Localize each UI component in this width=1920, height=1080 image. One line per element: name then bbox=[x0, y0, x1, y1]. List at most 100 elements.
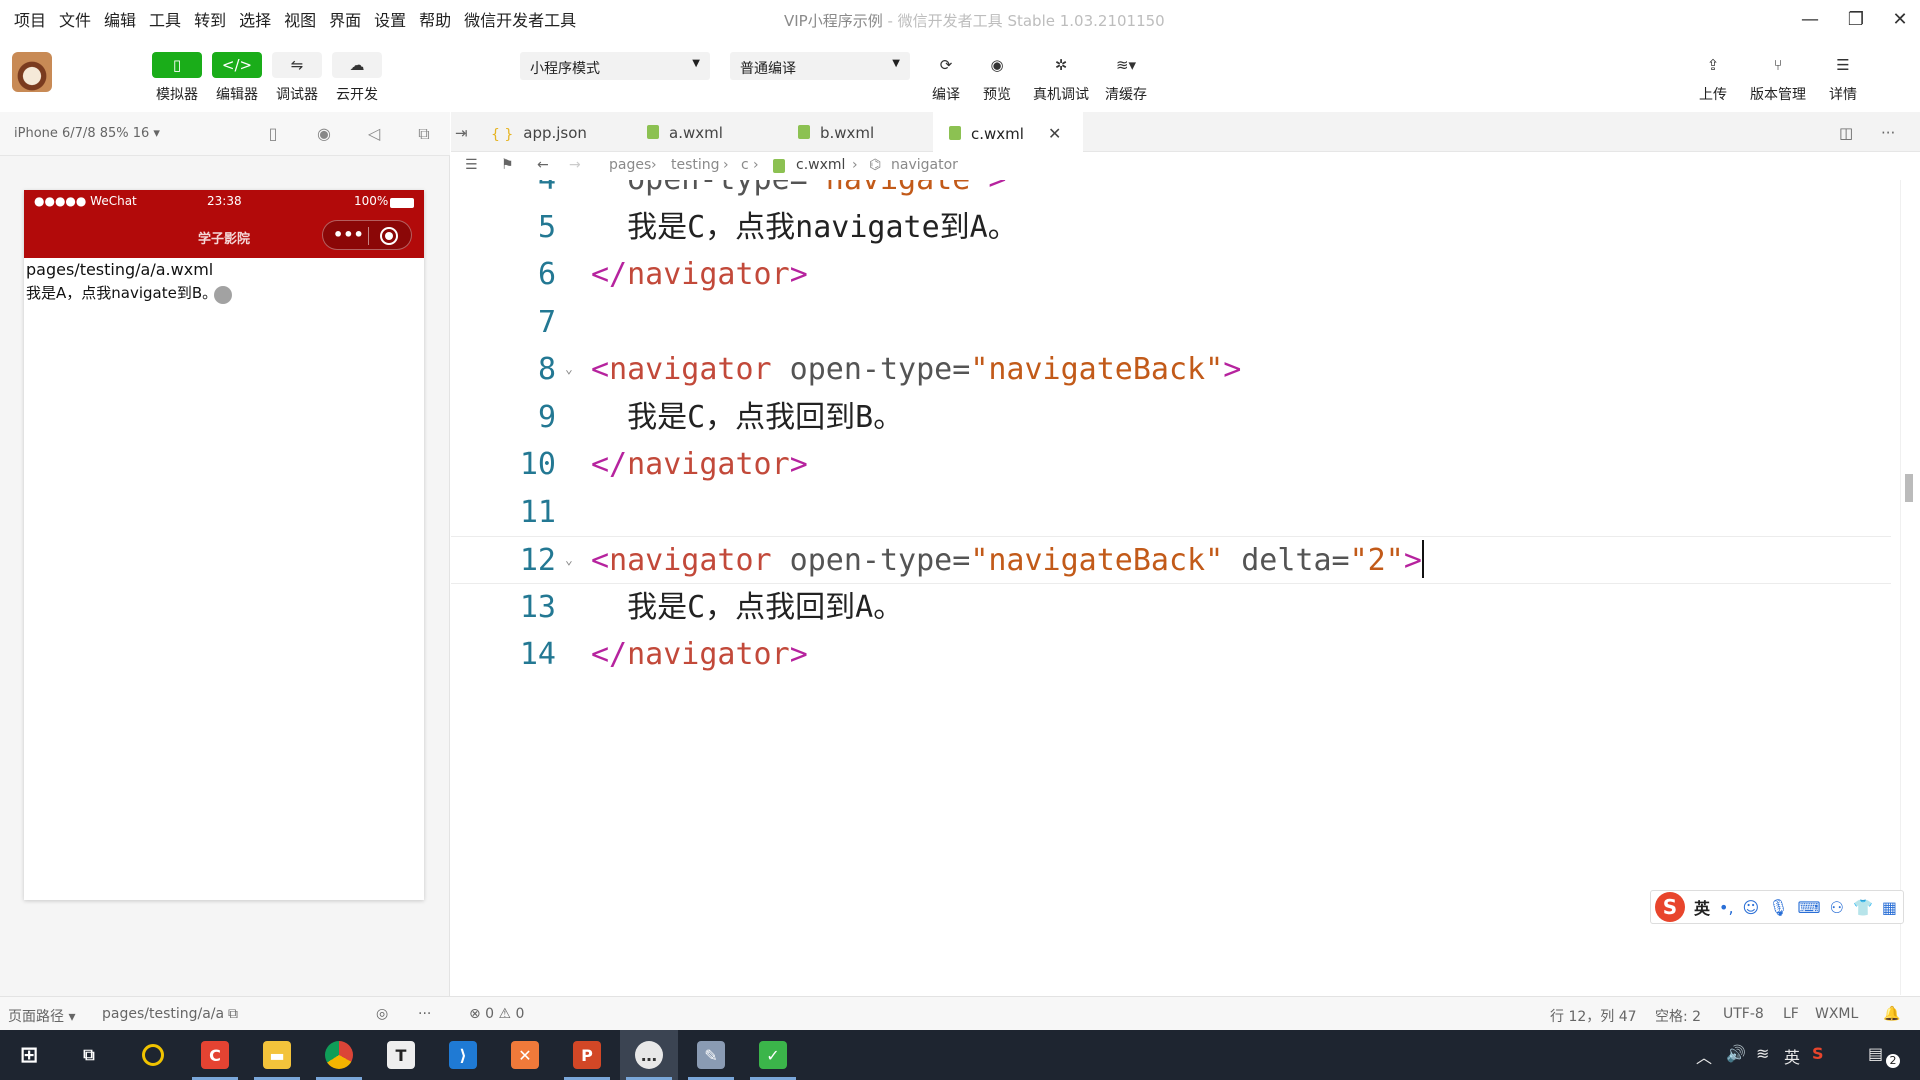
indent-setting[interactable]: 空格: 2 bbox=[1655, 1006, 1701, 1026]
menu-settings[interactable]: 设置 bbox=[374, 7, 406, 31]
close-window-icon[interactable]: ✕ bbox=[1878, 0, 1920, 38]
cortana-icon[interactable] bbox=[124, 1030, 182, 1080]
wifi-icon[interactable]: ≋ bbox=[1756, 1044, 1769, 1063]
more-icon[interactable]: ••• bbox=[333, 225, 364, 244]
code-line[interactable]: 8 ⌄ <navigator open-type="navigateBack"> bbox=[451, 346, 1891, 394]
more-icon[interactable]: ··· bbox=[418, 1006, 431, 1022]
toggle-sidebar-icon[interactable]: ⇥ bbox=[453, 112, 473, 152]
code-line[interactable]: 11 bbox=[451, 489, 1891, 537]
code-line[interactable]: 9 我是C，点我回到B。 bbox=[451, 394, 1891, 442]
code-line[interactable]: 12 ⌄ <navigator open-type="navigateBack" d… bbox=[451, 536, 1891, 584]
menu-goto[interactable]: 转到 bbox=[194, 7, 226, 31]
fold-chevron-icon[interactable]: ⌄ bbox=[565, 537, 573, 585]
editor-button[interactable]: </> 编辑器 bbox=[212, 52, 262, 104]
detach-window-icon[interactable]: ⧉ bbox=[413, 123, 435, 145]
language-mode[interactable]: WXML bbox=[1815, 1006, 1858, 1022]
navigator-link[interactable]: 我是A，点我navigate到B。 bbox=[26, 282, 217, 303]
volume-icon[interactable]: 🔊 bbox=[1726, 1044, 1746, 1063]
taskbar-explorer[interactable]: ▬ bbox=[248, 1030, 306, 1080]
tab-c-wxml[interactable]: c.wxml ✕ bbox=[933, 112, 1083, 152]
menu-file[interactable]: 文件 bbox=[59, 7, 91, 31]
more-actions-icon[interactable]: ··· bbox=[1881, 112, 1895, 152]
real-debug-button[interactable]: ✲ 真机调试 bbox=[1033, 52, 1089, 104]
tab-a-wxml[interactable]: a.wxml bbox=[647, 112, 787, 152]
menu-view[interactable]: 视图 bbox=[284, 7, 316, 31]
code-editor[interactable]: 4 open-type="navigate">5 我是C，点我navigate到… bbox=[451, 180, 1891, 995]
taskbar-typora[interactable]: T bbox=[372, 1030, 430, 1080]
code-line[interactable]: 5 我是C，点我navigate到A。 bbox=[451, 204, 1891, 252]
taskbar-wechat-dev[interactable]: ✓ bbox=[744, 1030, 802, 1080]
tray-expand-icon[interactable]: ︿ bbox=[1696, 1044, 1712, 1068]
keyboard-icon[interactable]: ⌨ bbox=[1798, 898, 1821, 917]
breadcrumb-testing[interactable]: testing bbox=[671, 157, 720, 173]
close-tab-icon[interactable]: ✕ bbox=[1048, 124, 1061, 143]
shirt-icon[interactable]: 👕 bbox=[1853, 898, 1873, 917]
bell-icon[interactable]: 🔔 bbox=[1883, 1006, 1900, 1022]
minimize-icon[interactable]: — bbox=[1788, 0, 1832, 38]
line-ending[interactable]: LF bbox=[1783, 1006, 1799, 1022]
debugger-button[interactable]: ⇋ 调试器 bbox=[272, 52, 322, 104]
tray-ime-lang[interactable]: 英 bbox=[1784, 1044, 1800, 1068]
code-line[interactable]: 6 </navigator> bbox=[451, 251, 1891, 299]
taskbar-powerpoint[interactable]: P bbox=[558, 1030, 616, 1080]
split-editor-icon[interactable]: ◫ bbox=[1839, 112, 1853, 152]
sogou-tray-icon[interactable]: S bbox=[1812, 1044, 1824, 1063]
grid-icon[interactable]: ▦ bbox=[1882, 898, 1897, 917]
breadcrumb-pages[interactable]: pages bbox=[609, 157, 651, 173]
taskbar-app-2[interactable]: ✕ bbox=[496, 1030, 554, 1080]
preview-button[interactable]: ◉ 预览 bbox=[972, 52, 1022, 104]
back-arrow-icon[interactable]: ← bbox=[537, 157, 549, 173]
copy-icon[interactable]: ⧉ bbox=[228, 1006, 238, 1022]
breadcrumb-file[interactable]: c.wxml bbox=[796, 157, 845, 173]
taskbar-app-3[interactable]: ✎ bbox=[682, 1030, 740, 1080]
microphone-icon[interactable]: 🎙 bbox=[1768, 898, 1788, 917]
close-miniprogram-icon[interactable] bbox=[380, 227, 398, 245]
code-line[interactable]: 7 bbox=[451, 299, 1891, 347]
code-line[interactable]: 14 </navigator> bbox=[451, 631, 1891, 679]
simulator-button[interactable]: ▯ 模拟器 bbox=[152, 52, 202, 104]
eye-icon[interactable]: ◎ bbox=[376, 1006, 388, 1022]
users-icon[interactable]: ⚇ bbox=[1830, 898, 1844, 917]
code-line[interactable]: 10 </navigator> bbox=[451, 441, 1891, 489]
device-select[interactable]: iPhone 6/7/8 85% 16 ▾ bbox=[14, 126, 160, 141]
user-avatar[interactable] bbox=[12, 52, 52, 92]
menu-tools[interactable]: 工具 bbox=[149, 7, 181, 31]
sogou-logo-icon[interactable]: S bbox=[1655, 892, 1685, 922]
outline-icon[interactable]: ☰ bbox=[465, 157, 478, 173]
breadcrumb-symbol[interactable]: navigator bbox=[891, 157, 958, 173]
punctuation-icon[interactable]: •, bbox=[1719, 898, 1734, 917]
windows-start-icon[interactable]: ⊞ bbox=[0, 1030, 58, 1080]
taskbar-app-1[interactable]: C bbox=[186, 1030, 244, 1080]
fold-chevron-icon[interactable]: ⌄ bbox=[565, 346, 573, 394]
cursor-position[interactable]: 行 12，列 47 bbox=[1550, 1006, 1637, 1026]
upload-button[interactable]: ⇪ 上传 bbox=[1688, 52, 1738, 104]
cloud-button[interactable]: ☁ 云开发 bbox=[332, 52, 382, 104]
emoji-icon[interactable]: ☺ bbox=[1743, 898, 1760, 917]
code-line[interactable]: 13 我是C，点我回到A。 bbox=[451, 584, 1891, 632]
problems-count[interactable]: ⊗ 0 ⚠ 0 bbox=[469, 1006, 524, 1022]
menu-project[interactable]: 项目 bbox=[14, 7, 46, 31]
bookmark-icon[interactable]: ⚑ bbox=[501, 157, 514, 173]
code-line[interactable]: 4 open-type="navigate"> bbox=[451, 180, 1891, 204]
task-view-icon[interactable]: ⧉ bbox=[60, 1030, 118, 1080]
taskbar-vscode[interactable]: ⟩ bbox=[434, 1030, 492, 1080]
encoding[interactable]: UTF-8 bbox=[1723, 1006, 1764, 1022]
details-button[interactable]: ☰ 详情 bbox=[1818, 52, 1868, 104]
breadcrumb-c[interactable]: c bbox=[741, 157, 749, 173]
menu-help[interactable]: 帮助 bbox=[419, 7, 451, 31]
restore-icon[interactable]: ❐ bbox=[1834, 0, 1878, 38]
capsule-menu[interactable]: ••• bbox=[322, 220, 412, 250]
compile-mode-select[interactable]: 普通编译 ▼ bbox=[730, 52, 910, 80]
menu-select[interactable]: 选择 bbox=[239, 7, 271, 31]
record-icon[interactable]: ◉ bbox=[313, 123, 335, 145]
menu-edit[interactable]: 编辑 bbox=[104, 7, 136, 31]
volume-icon[interactable]: ◁ bbox=[363, 123, 385, 145]
phone-frame-icon[interactable]: ▯ bbox=[262, 123, 284, 145]
mode-select[interactable]: 小程序模式 ▼ bbox=[520, 52, 710, 80]
tab-b-wxml[interactable]: b.wxml bbox=[798, 112, 938, 152]
ime-mode[interactable]: 英 bbox=[1694, 895, 1710, 919]
taskbar-chrome[interactable] bbox=[310, 1030, 368, 1080]
page-path-select[interactable]: 页面路径 ▾ bbox=[8, 1006, 75, 1026]
scrollbar-thumb[interactable] bbox=[1905, 474, 1913, 502]
clear-cache-button[interactable]: ≋▾ 清缓存 bbox=[1101, 52, 1151, 104]
